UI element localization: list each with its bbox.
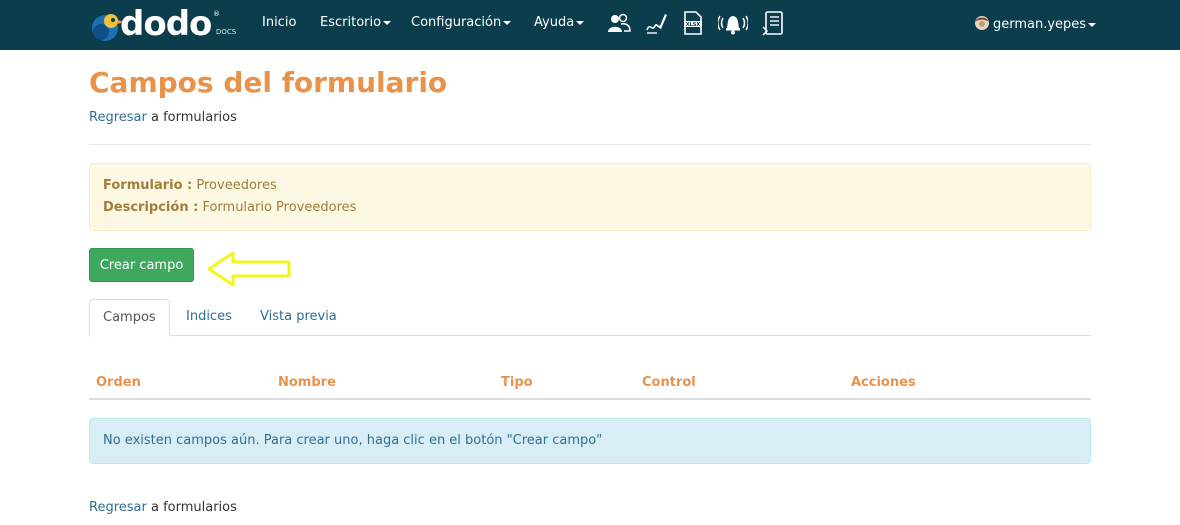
nav-item-ayuda[interactable]: Ayuda <box>534 15 585 35</box>
divider <box>89 144 1091 145</box>
document-list-icon[interactable] <box>762 10 784 36</box>
column-header-nombre[interactable]: Nombre <box>278 375 336 390</box>
empty-fields-message: No existen campos aún. Para crear uno, h… <box>103 433 603 448</box>
empty-fields-alert: No existen campos aún. Para crear uno, h… <box>89 418 1091 464</box>
nav-item-inicio[interactable]: Inicio <box>262 15 296 35</box>
left-arrow-annotation-icon <box>207 251 291 287</box>
user-avatar-icon <box>975 16 989 30</box>
back-suffix: a formularios <box>146 110 237 125</box>
brand-registered-mark: ® <box>213 10 220 18</box>
fields-table-header: Orden Nombre Tipo Control Acciones <box>89 372 1091 400</box>
nav-item-label: Ayuda <box>534 15 575 30</box>
column-header-acciones[interactable]: Acciones <box>851 375 916 390</box>
svg-text:XLSX: XLSX <box>686 22 701 28</box>
brand-subtitle: DOCS <box>216 28 237 36</box>
caret-down-icon <box>503 20 512 25</box>
caret-down-icon <box>1088 22 1097 27</box>
column-header-tipo[interactable]: Tipo <box>501 375 533 390</box>
tab-indices[interactable]: Indices <box>173 299 245 336</box>
tab-campos[interactable]: Campos <box>89 299 170 337</box>
users-icon[interactable] <box>607 10 631 36</box>
brand-logo[interactable]: dodo ® DOCS <box>90 4 240 46</box>
back-link[interactable]: Regresar <box>89 500 147 515</box>
page-title: Campos del formulario <box>89 66 448 99</box>
form-description-label: Descripción : <box>103 200 199 215</box>
tab-vista-previa[interactable]: Vista previa <box>247 299 350 336</box>
caret-down-icon <box>383 20 392 25</box>
column-header-orden[interactable]: Orden <box>96 375 141 390</box>
back-to-forms-bottom: Regresar a formularios <box>89 500 237 515</box>
form-name-row: Formulario : Proveedores <box>103 178 277 193</box>
column-header-control[interactable]: Control <box>642 375 696 390</box>
form-name-label: Formulario : <box>103 178 193 193</box>
nav-item-label: Escritorio <box>320 15 382 30</box>
nav-item-escritorio[interactable]: Escritorio <box>320 15 392 35</box>
bird-logo-icon <box>92 14 124 41</box>
back-link[interactable]: Regresar <box>89 110 147 125</box>
signature-icon[interactable] <box>645 10 667 36</box>
back-suffix: a formularios <box>146 500 237 515</box>
create-field-button[interactable]: Crear campo <box>89 248 194 282</box>
caret-down-icon <box>576 20 585 25</box>
alarm-bell-icon[interactable] <box>718 10 748 36</box>
top-navbar: dodo ® DOCS Inicio Escritorio Configurac… <box>0 0 1180 50</box>
form-description-value: Formulario Proveedores <box>198 200 357 215</box>
xlsx-file-icon[interactable]: XLSX <box>683 10 703 36</box>
user-name: german.yepes <box>993 17 1087 32</box>
form-name-value: Proveedores <box>192 178 277 193</box>
brand-name: dodo <box>120 4 212 44</box>
back-to-forms-top: Regresar a formularios <box>89 110 237 125</box>
form-description-row: Descripción : Formulario Proveedores <box>103 200 356 215</box>
nav-item-configuracion[interactable]: Configuración <box>411 15 512 35</box>
nav-item-label: Inicio <box>262 15 297 30</box>
tabs-bar: Campos Indices Vista previa <box>89 299 1091 337</box>
form-info-panel: Formulario : Proveedores Descripción : F… <box>89 163 1091 231</box>
nav-item-label: Configuración <box>411 15 502 30</box>
user-menu[interactable]: german.yepes <box>974 15 1097 35</box>
